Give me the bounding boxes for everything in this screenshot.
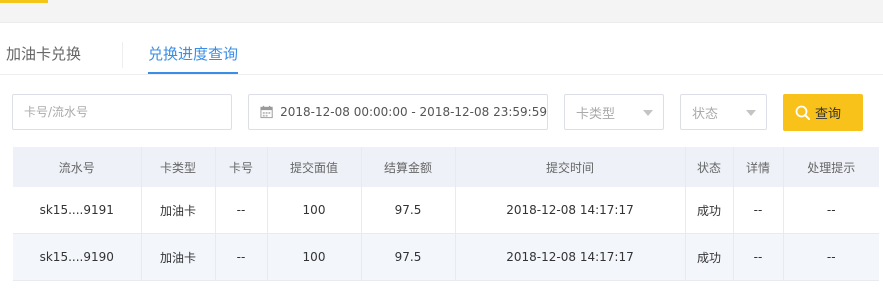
search-icon bbox=[795, 105, 810, 120]
top-accent-bar bbox=[0, 0, 48, 3]
calendar-icon bbox=[260, 105, 273, 119]
card-type-select-value: 卡类型 bbox=[576, 106, 616, 122]
cell-submitted-value: 100 bbox=[267, 233, 362, 281]
status-select-value: 状态 bbox=[692, 106, 719, 122]
query-button-label: 查询 bbox=[815, 107, 842, 122]
card-type-select[interactable]: 卡类型 bbox=[564, 94, 664, 130]
cell-submit-time: 2018-12-08 14:17:17 bbox=[455, 233, 686, 281]
cell-settlement-amount: 97.5 bbox=[361, 187, 456, 234]
cell-card-number: -- bbox=[215, 233, 268, 281]
column-header-submitted-value: 提交面值 bbox=[267, 147, 362, 187]
cell-settlement-amount: 97.5 bbox=[361, 233, 456, 281]
cell-card-type: 加油卡 bbox=[141, 233, 216, 281]
status-select[interactable]: 状态 bbox=[680, 94, 767, 130]
query-button[interactable]: 查询 bbox=[783, 94, 863, 131]
cell-details: -- bbox=[733, 233, 784, 281]
chevron-down-icon bbox=[643, 110, 653, 116]
tab-bar: 加油卡兑换 兑换进度查询 bbox=[0, 22, 883, 75]
column-header-details: 详情 bbox=[733, 147, 784, 187]
cell-serial-number: sk15....9190 bbox=[13, 233, 142, 281]
tab-exchange-progress-query[interactable]: 兑换进度查询 bbox=[148, 44, 239, 74]
column-header-submit-time: 提交时间 bbox=[455, 147, 686, 187]
table-row: sk15....9190 加油卡 -- 100 97.5 2018-12-08 … bbox=[13, 233, 879, 281]
column-header-card-number: 卡号 bbox=[215, 147, 268, 187]
column-header-status: 状态 bbox=[685, 147, 734, 187]
table-row: sk15....9191 加油卡 -- 100 97.5 2018-12-08 … bbox=[13, 187, 879, 234]
cell-status: 成功 bbox=[685, 233, 734, 281]
cell-card-number: -- bbox=[215, 187, 268, 234]
cell-processing-hint: -- bbox=[783, 233, 879, 281]
card-or-serial-search-input[interactable] bbox=[12, 94, 232, 130]
cell-serial-number: sk15....9191 bbox=[13, 187, 142, 234]
column-header-processing-hint: 处理提示 bbox=[783, 147, 879, 187]
cell-processing-hint: -- bbox=[783, 187, 879, 234]
chevron-down-icon bbox=[746, 110, 756, 116]
date-range-value: 2018-12-08 00:00:00 - 2018-12-08 23:59:5… bbox=[280, 105, 547, 119]
cell-status: 成功 bbox=[685, 187, 734, 234]
cell-submitted-value: 100 bbox=[267, 187, 362, 234]
cell-details: -- bbox=[733, 187, 784, 234]
tab-fuel-card-exchange[interactable]: 加油卡兑换 bbox=[6, 44, 81, 64]
date-range-picker[interactable]: 2018-12-08 00:00:00 - 2018-12-08 23:59:5… bbox=[248, 94, 548, 130]
table-header-row: 流水号 卡类型 卡号 提交面值 结算金额 提交时间 状态 详情 处理提示 bbox=[13, 147, 879, 187]
column-header-card-type: 卡类型 bbox=[141, 147, 216, 187]
column-header-settlement-amount: 结算金额 bbox=[361, 147, 456, 187]
tab-divider bbox=[122, 42, 123, 68]
exchange-progress-table: 流水号 卡类型 卡号 提交面值 结算金额 提交时间 状态 详情 处理提示 sk1… bbox=[13, 147, 879, 281]
column-header-serial-number: 流水号 bbox=[13, 147, 142, 187]
cell-card-type: 加油卡 bbox=[141, 187, 216, 234]
cell-submit-time: 2018-12-08 14:17:17 bbox=[455, 187, 686, 234]
top-bar bbox=[0, 0, 883, 23]
